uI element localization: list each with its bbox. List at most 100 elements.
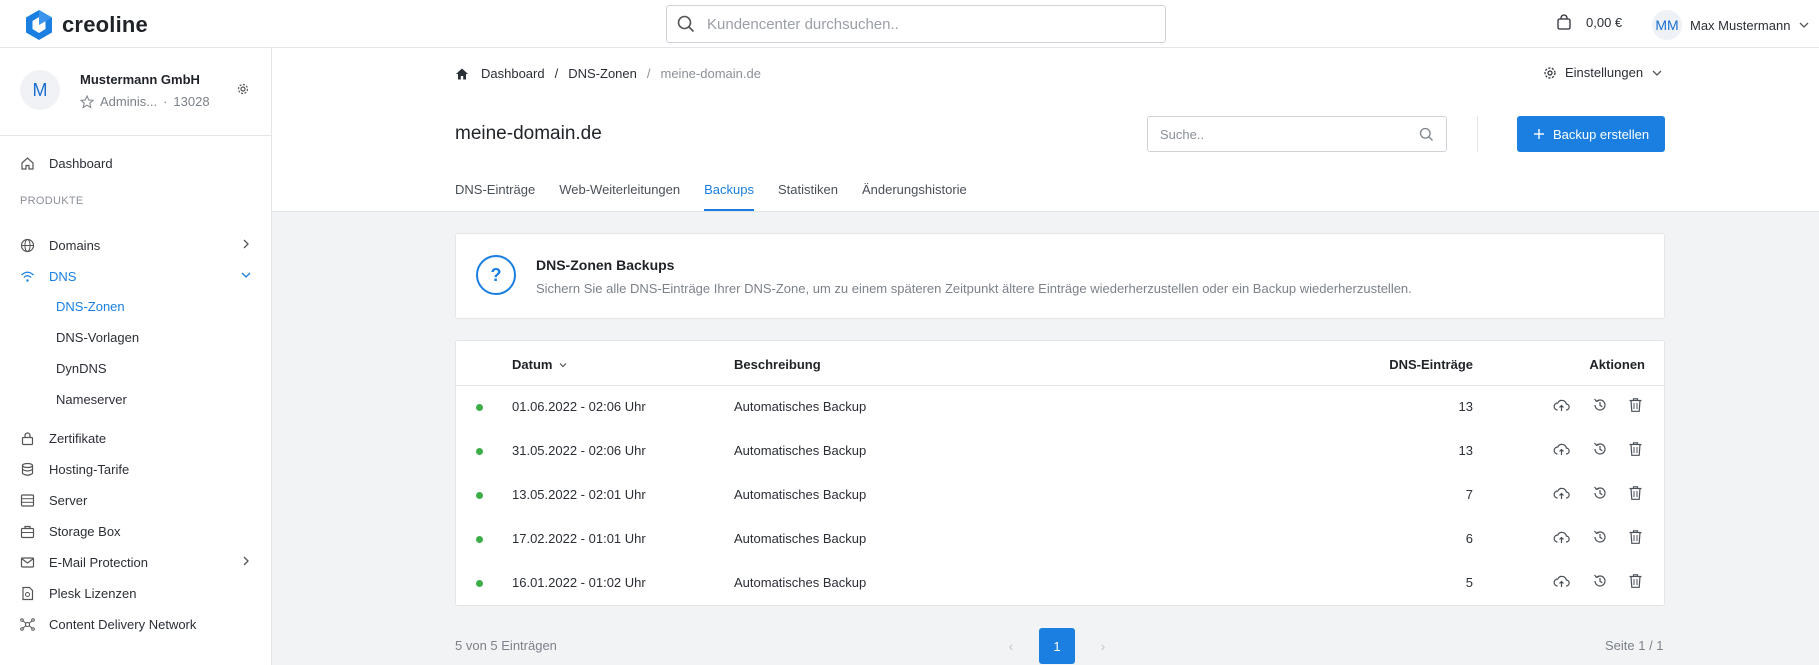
backup-search-input[interactable] <box>1160 126 1400 142</box>
info-description: Sichern Sie alle DNS-Einträge Ihrer DNS-… <box>536 281 1412 296</box>
tab-change-history[interactable]: Änderungshistorie <box>862 172 967 211</box>
sidebar-item-dns[interactable]: DNS <box>20 265 252 287</box>
backup-date: 16.01.2022 - 01:02 Uhr <box>512 575 646 590</box>
sidebar-subitem-dns-zones[interactable]: DNS-Zonen <box>56 299 125 314</box>
creoline-logo[interactable]: creoline <box>22 8 148 42</box>
sort-chevron-down-icon <box>560 362 567 367</box>
restore-backup-icon[interactable] <box>1553 397 1570 417</box>
sidebar-item-label: Zertifikate <box>49 430 107 446</box>
info-card: ? DNS-Zonen Backups Sichern Sie alle DNS… <box>455 233 1665 319</box>
star-icon[interactable] <box>80 94 94 109</box>
backup-date: 17.02.2022 - 01:01 Uhr <box>512 531 646 546</box>
chevron-right-icon <box>243 556 249 566</box>
pagination-page-current[interactable]: 1 <box>1039 628 1075 664</box>
sidebar-subitem-dyndns[interactable]: DynDNS <box>56 361 107 376</box>
sidebar-item-server[interactable]: Server <box>20 489 252 511</box>
question-icon: ? <box>476 255 516 295</box>
breadcrumb-separator: / <box>554 66 559 81</box>
column-header-date-label: Datum <box>512 357 553 372</box>
restore-backup-icon[interactable] <box>1553 529 1570 549</box>
breadcrumb-dashboard[interactable]: Dashboard <box>481 66 545 81</box>
customer-center-search-input[interactable] <box>707 15 1147 33</box>
home-icon <box>21 156 34 170</box>
header-divider <box>1477 116 1478 152</box>
sidebar-item-email-protection[interactable]: E-Mail Protection <box>20 551 252 573</box>
tabs: DNS-Einträge Web-Weiterleitungen Backups… <box>455 172 991 211</box>
chevron-down-icon <box>1799 22 1809 28</box>
create-backup-button[interactable]: Backup erstellen <box>1517 116 1665 152</box>
history-icon[interactable] <box>1592 485 1608 504</box>
sidebar: M Mustermann GmbH Adminis... · 13028 Das… <box>0 48 272 665</box>
customer-center-search[interactable] <box>666 5 1166 43</box>
sidebar-item-label: Dashboard <box>49 155 113 171</box>
sidebar-divider <box>0 135 271 136</box>
trash-icon[interactable] <box>1628 397 1643 416</box>
account-card: M Mustermann GmbH Adminis... · 13028 <box>20 68 260 114</box>
network-icon <box>20 617 35 631</box>
column-header-date[interactable]: Datum <box>512 357 568 372</box>
tab-statistics[interactable]: Statistiken <box>778 172 838 211</box>
sidebar-item-dashboard[interactable]: Dashboard <box>20 152 252 174</box>
backup-description: Automatisches Backup <box>734 575 867 590</box>
sidebar-item-domains[interactable]: Domains <box>20 234 252 256</box>
tab-web-redirects[interactable]: Web-Weiterleitungen <box>559 172 680 211</box>
settings-dropdown[interactable]: Einstellungen <box>1543 65 1663 80</box>
history-icon[interactable] <box>1592 529 1608 548</box>
home-icon[interactable] <box>455 67 469 81</box>
history-icon[interactable] <box>1592 441 1608 460</box>
sidebar-item-label: E-Mail Protection <box>49 554 148 570</box>
sidebar-item-label: Content Delivery Network <box>49 616 197 632</box>
globe-icon <box>20 238 35 252</box>
sidebar-item-label: Storage Box <box>49 523 121 539</box>
sidebar-item-plesk[interactable]: Plesk Lizenzen <box>20 582 252 604</box>
breadcrumb-dns-zones[interactable]: DNS-Zonen <box>568 66 637 81</box>
gear-icon[interactable] <box>236 82 250 96</box>
top-bar: creoline 0,00 € MM Max Mustermann <box>0 0 1819 48</box>
account-separator: · <box>163 94 168 109</box>
lock-icon <box>21 431 34 445</box>
trash-icon[interactable] <box>1628 573 1643 592</box>
sidebar-item-label: Hosting-Tarife <box>49 461 130 477</box>
mail-icon <box>20 556 35 568</box>
trash-icon[interactable] <box>1628 529 1643 548</box>
user-menu[interactable]: MM Max Mustermann <box>1652 10 1810 40</box>
account-avatar: M <box>20 70 60 110</box>
shopping-bag-icon <box>1557 14 1571 30</box>
sidebar-item-label: Plesk Lizenzen <box>49 585 137 601</box>
cart-amount: 0,00 € <box>1586 14 1623 30</box>
sidebar-subitem-dns-templates[interactable]: DNS-Vorlagen <box>56 330 139 345</box>
account-meta: Adminis... · 13028 <box>80 94 210 109</box>
column-header-actions: Aktionen <box>1589 357 1645 372</box>
search-icon <box>677 15 695 33</box>
tab-backups[interactable]: Backups <box>704 172 754 211</box>
trash-icon[interactable] <box>1628 485 1643 504</box>
status-dot <box>476 404 483 411</box>
sidebar-item-storage-box[interactable]: Storage Box <box>20 520 252 542</box>
history-icon[interactable] <box>1592 573 1608 592</box>
pagination-next[interactable]: › <box>1095 638 1111 654</box>
status-dot <box>476 448 483 455</box>
backup-search[interactable] <box>1147 116 1447 152</box>
wifi-icon <box>21 271 34 282</box>
plus-icon <box>1533 129 1544 139</box>
search-icon <box>1419 127 1433 141</box>
backup-description: Automatisches Backup <box>734 531 867 546</box>
restore-backup-icon[interactable] <box>1553 573 1570 593</box>
cart[interactable]: 0,00 € <box>1556 14 1622 30</box>
sidebar-item-certificates[interactable]: Zertifikate <box>20 427 252 449</box>
breadcrumb-current: meine-domain.de <box>660 66 761 81</box>
pagination: ‹ 1 › <box>1003 628 1111 664</box>
document-icon <box>22 586 34 600</box>
section-label-products: PRODUKTE <box>20 195 84 207</box>
restore-backup-icon[interactable] <box>1553 441 1570 461</box>
chevron-down-icon <box>1652 70 1662 76</box>
pagination-prev[interactable]: ‹ <box>1003 638 1019 654</box>
sidebar-item-cdn[interactable]: Content Delivery Network <box>20 613 252 635</box>
tab-dns-entries[interactable]: DNS-Einträge <box>455 172 535 211</box>
sidebar-subitem-nameserver[interactable]: Nameserver <box>56 392 127 407</box>
sidebar-item-hosting[interactable]: Hosting-Tarife <box>20 458 252 480</box>
trash-icon[interactable] <box>1628 441 1643 460</box>
restore-backup-icon[interactable] <box>1553 485 1570 505</box>
history-icon[interactable] <box>1592 397 1608 416</box>
user-name: Max Mustermann <box>1690 17 1791 33</box>
